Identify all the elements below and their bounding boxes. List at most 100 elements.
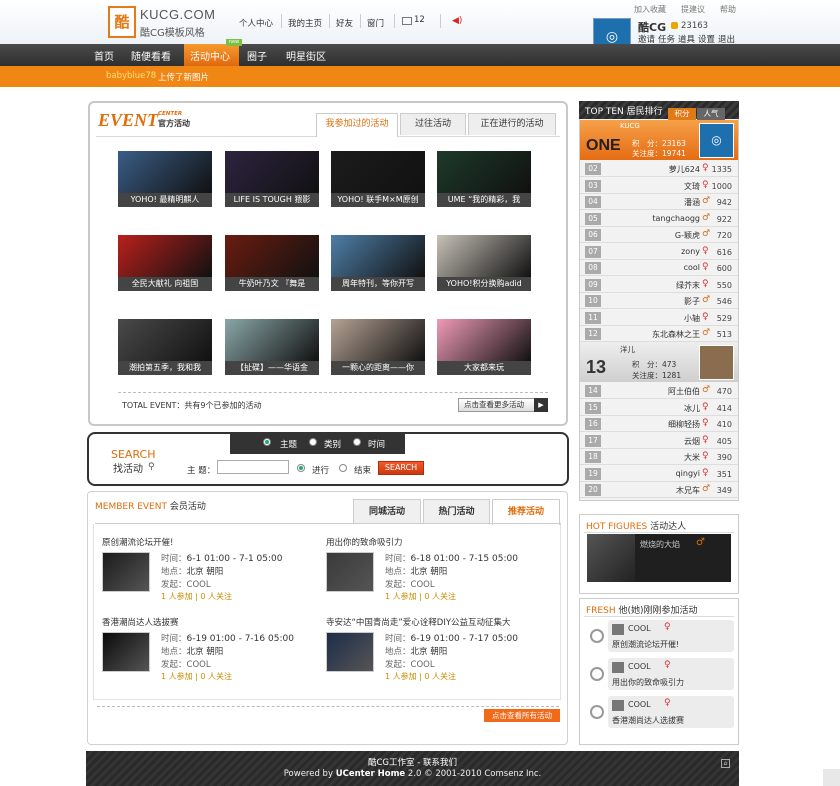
notice-user-link[interactable]: babyblue78 xyxy=(106,71,156,81)
tab-recommended-events[interactable]: 推荐活动 xyxy=(492,499,560,525)
fresh-user-name[interactable]: COOL xyxy=(628,624,651,633)
tab-joined-events[interactable]: 我参加过的活动 xyxy=(316,113,398,137)
site-logo-icon[interactable]: 酷 xyxy=(108,6,136,38)
event-card[interactable]: 一颗心的距离——你 xyxy=(331,319,425,375)
toplink-friends[interactable]: 好友 xyxy=(336,17,353,29)
tab-hot-events[interactable]: 热门活动 xyxy=(423,499,490,524)
event-card[interactable]: YOHO! 联手M×M原创 xyxy=(331,151,425,207)
rank-name[interactable]: 东北森林之王 xyxy=(614,329,700,340)
top-one-avatar[interactable]: ◎ xyxy=(699,123,734,158)
event-thumbnail[interactable] xyxy=(331,235,425,277)
rank-13-name[interactable]: 洋儿 xyxy=(620,344,635,355)
nav-item-star-street[interactable]: 明星街区 xyxy=(286,48,326,63)
event-card[interactable]: 潮拍第五季，我和我 xyxy=(118,319,212,375)
organizer-value[interactable]: COOL xyxy=(187,580,211,590)
event-caption[interactable]: 潮拍第五季，我和我 xyxy=(118,361,212,375)
organizer-value[interactable]: COOL xyxy=(411,580,435,590)
event-card[interactable]: LIFE IS TOUGH 猥影 xyxy=(225,151,319,207)
footer-contact[interactable]: 酷CG工作室 - 联系我们 xyxy=(86,756,739,768)
fresh-avatar[interactable] xyxy=(612,700,624,711)
nav-item-groups[interactable]: 圈子 xyxy=(247,48,267,63)
member-event-stats[interactable]: 1 人参加 | 0 人关注 xyxy=(385,671,456,682)
rank-name[interactable]: cool xyxy=(614,263,700,272)
rank-name[interactable]: G-颖虎 xyxy=(614,230,700,241)
event-card[interactable]: 大家都来玩 xyxy=(437,319,531,375)
member-event-title[interactable]: 寺安达“中国青尚走”爱心诠释DIY公益互动征集大 xyxy=(326,616,511,628)
event-caption[interactable]: YOHO!积分换购adid xyxy=(437,277,531,291)
event-thumbnail[interactable] xyxy=(118,319,212,361)
event-card[interactable]: UME “我的精彩，我 xyxy=(437,151,531,207)
toplink-my-home[interactable]: 我的主页 xyxy=(288,17,322,29)
message-count[interactable]: 12 xyxy=(414,15,425,25)
fresh-user-name[interactable]: COOL xyxy=(628,662,651,671)
tab-points[interactable]: 积分 xyxy=(668,108,696,120)
event-caption[interactable]: 大家都来玩 xyxy=(437,361,531,375)
rank-name[interactable]: 阿土伯伯 xyxy=(614,386,700,397)
all-events-button[interactable]: 点击查看所有活动 xyxy=(484,709,560,722)
member-event-thumbnail[interactable] xyxy=(326,552,374,592)
event-card[interactable]: 牛奶叶乃文 『舞是 xyxy=(225,235,319,291)
event-thumbnail[interactable] xyxy=(437,151,531,193)
fresh-avatar[interactable] xyxy=(612,624,624,635)
hot-figure-name[interactable]: 燃烧的大焰 xyxy=(640,539,680,550)
event-caption[interactable]: 【扯碟】——华语金 xyxy=(225,361,319,375)
home-icon[interactable]: ⌂ xyxy=(721,759,730,768)
member-event-title[interactable]: 用出你的致命吸引力 xyxy=(326,536,403,548)
rank-name[interactable]: 潘涵 xyxy=(614,197,700,208)
site-title[interactable]: KUCG.COM xyxy=(140,7,216,22)
filter-time-radio[interactable] xyxy=(353,438,361,446)
event-thumbnail[interactable] xyxy=(225,235,319,277)
member-event-stats[interactable]: 1 人参加 | 0 人关注 xyxy=(385,591,456,602)
toplink-windows[interactable]: 窗门 xyxy=(367,17,384,29)
rank-name[interactable]: qingyi xyxy=(614,469,700,478)
speaker-icon[interactable]: ◀) xyxy=(452,16,462,26)
event-thumbnail[interactable] xyxy=(118,151,212,193)
organizer-value[interactable]: COOL xyxy=(187,660,211,670)
event-caption[interactable]: 全民大献礼 向祖国 xyxy=(118,277,212,291)
event-thumbnail[interactable] xyxy=(225,319,319,361)
filter-category-radio[interactable] xyxy=(309,438,317,446)
nav-item-browse[interactable]: 随便看看 xyxy=(131,48,171,63)
rank-13-avatar[interactable] xyxy=(699,345,734,380)
event-thumbnail[interactable] xyxy=(331,151,425,193)
event-thumbnail[interactable] xyxy=(331,319,425,361)
member-event-stats[interactable]: 1 人参加 | 0 人关注 xyxy=(161,591,232,602)
event-thumbnail[interactable] xyxy=(225,151,319,193)
rank-name[interactable]: 小轴 xyxy=(614,313,700,324)
fresh-event-text[interactable]: 香港潮尚达人选拔赛 xyxy=(612,715,684,726)
rank-name[interactable]: 细柳轻扬 xyxy=(614,419,700,430)
ucenter-link[interactable]: UCenter Home xyxy=(336,769,406,779)
filter-theme-radio[interactable] xyxy=(263,438,271,446)
event-caption[interactable]: 周年特刊，等你开写 xyxy=(331,277,425,291)
rank-name[interactable]: 云烟 xyxy=(614,436,700,447)
add-favorite-link[interactable]: 加入收藏 xyxy=(634,4,666,15)
status-ended-radio[interactable] xyxy=(339,464,347,472)
rank-name[interactable]: 木兄车 xyxy=(614,485,700,496)
event-caption[interactable]: YOHO! 最精明麒人 xyxy=(118,193,212,207)
search-button[interactable]: SEARCH xyxy=(378,461,424,475)
event-card[interactable]: 周年特刊，等你开写 xyxy=(331,235,425,291)
tab-past-events[interactable]: 过往活动 xyxy=(400,113,466,135)
fresh-user-name[interactable]: COOL xyxy=(628,700,651,709)
rank-name[interactable]: 冰儿 xyxy=(614,403,700,414)
member-event-thumbnail[interactable] xyxy=(102,552,150,592)
event-card[interactable]: YOHO!积分换购adid xyxy=(437,235,531,291)
rank-name[interactable]: zony xyxy=(614,247,700,256)
help-link[interactable]: 帮助 xyxy=(720,4,736,15)
event-caption[interactable]: 牛奶叶乃文 『舞是 xyxy=(225,277,319,291)
fresh-event-text[interactable]: 用出你的致命吸引力 xyxy=(612,677,684,688)
nav-item-events[interactable]: 活动中心 xyxy=(190,48,230,63)
hot-figure-photo[interactable] xyxy=(587,534,635,582)
event-card[interactable]: 全民大献礼 向祖国 xyxy=(118,235,212,291)
organizer-value[interactable]: COOL xyxy=(411,660,435,670)
rank-name[interactable]: 绿芥末 xyxy=(614,280,700,291)
rank-name[interactable]: 影子 xyxy=(614,296,700,307)
member-event-title[interactable]: 香港潮尚达人选拔赛 xyxy=(102,616,179,628)
member-event-thumbnail[interactable] xyxy=(326,632,374,672)
event-caption[interactable]: UME “我的精彩，我 xyxy=(437,193,531,207)
event-card[interactable]: YOHO! 最精明麒人 xyxy=(118,151,212,207)
keyword-input[interactable] xyxy=(217,460,289,474)
suggest-link[interactable]: 提建议 xyxy=(681,4,705,15)
notice-text[interactable]: 上传了新图片 xyxy=(158,71,209,83)
event-caption[interactable]: LIFE IS TOUGH 猥影 xyxy=(225,193,319,207)
